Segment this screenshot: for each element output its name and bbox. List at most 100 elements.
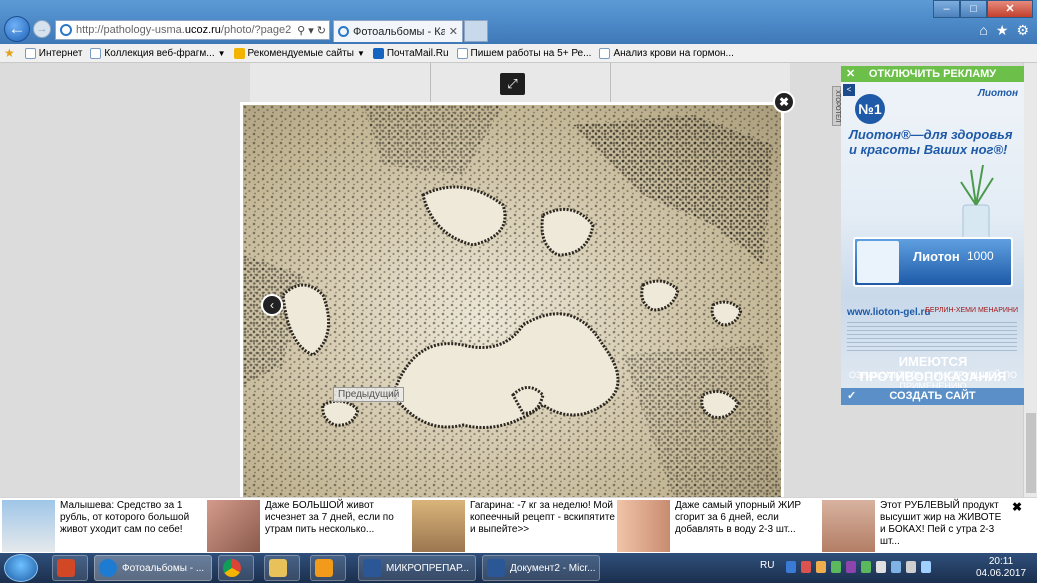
back-button[interactable]: ← — [4, 16, 30, 42]
page-icon — [456, 47, 468, 59]
tray-app-icon[interactable] — [846, 561, 856, 573]
ad-maker: БЕРЛИН-ХЕМИ МЕНАРИНИ — [925, 307, 1018, 314]
ad-headline: Лиотон®—для здоровья и красоты Ваших ног… — [849, 127, 1013, 157]
windows-taskbar: Фотоальбомы - ... МИКРОПРЕПАР... Докумен… — [0, 553, 1037, 583]
tray-app-icon[interactable] — [816, 561, 826, 573]
ie-page-icon — [60, 24, 72, 36]
disable-ads-button[interactable]: ✕ ОТКЛЮЧИТЬ РЕКЛАМУ — [841, 66, 1024, 82]
bing-icon — [233, 47, 245, 59]
favorite-item[interactable]: ПочтаMail.Ru — [372, 47, 449, 59]
ad-warning-sub: ОЗНАКОМЬТЕСЬ С ИНСТРУКЦИЕЙ ПО ПРИМЕНЕНИЮ — [849, 370, 1017, 388]
page-scrollbar[interactable] — [1023, 63, 1037, 497]
taskbar-item[interactable]: Фотоальбомы - ... — [94, 555, 212, 581]
signal-icon[interactable] — [921, 561, 931, 573]
tray-app-icon[interactable] — [831, 561, 841, 573]
media-player-icon — [315, 559, 333, 577]
favorite-item[interactable]: Рекомендуемые сайты ▼ — [233, 47, 365, 59]
ad-thumbnail — [617, 500, 670, 552]
taskbar-item[interactable]: Документ2 - Micr... — [482, 555, 600, 581]
ad-thumbnail — [207, 500, 260, 552]
tray-app-icon[interactable] — [861, 561, 871, 573]
tab-close-icon[interactable]: ✕ — [445, 25, 462, 38]
ad-back-arrow-icon[interactable]: < — [843, 84, 855, 96]
previous-tooltip: Предыдущий — [333, 387, 405, 402]
chevron-down-icon: ▼ — [356, 48, 365, 58]
foot-icon — [857, 241, 899, 283]
volume-icon[interactable] — [906, 561, 916, 573]
taskbar-item[interactable] — [264, 555, 300, 581]
url-text[interactable]: http://pathology-usma.ucoz.ru/photo/?pag… — [76, 24, 294, 36]
maximize-button[interactable]: □ — [960, 0, 987, 18]
ad-logo-circle: №1 — [855, 94, 885, 124]
word-icon — [487, 559, 505, 577]
photo-viewer — [240, 102, 784, 497]
folder-icon — [269, 559, 287, 577]
tray-app-icon[interactable] — [801, 561, 811, 573]
bottom-ads-close-icon[interactable]: ✖ — [1012, 500, 1022, 514]
ie-icon — [99, 559, 117, 577]
taskbar-item[interactable]: МИКРОПРЕПАР... — [358, 555, 476, 581]
forward-button[interactable]: → — [33, 20, 51, 38]
address-bar[interactable]: http://pathology-usma.ucoz.ru/photo/?pag… — [55, 20, 330, 40]
ad-thumbnail — [412, 500, 465, 552]
ad-text: Малышева: Средство за 1 рубль, от которо… — [60, 500, 190, 535]
network-icon[interactable] — [891, 561, 901, 573]
mail-icon — [372, 47, 384, 59]
ad-item[interactable]: Этот РУБЛЕВЫЙ продукт высушит жир на ЖИВ… — [822, 498, 1007, 554]
tab-photo-albums[interactable]: Фотоальбомы - Кафедра ... ✕ — [333, 20, 463, 42]
word-icon — [363, 559, 381, 577]
taskbar-item[interactable] — [52, 555, 88, 581]
home-icon[interactable]: ⌂ — [979, 22, 987, 39]
favorite-item[interactable]: Коллекция веб-фрагм... ▼ — [90, 47, 226, 59]
tab-title: Фотоальбомы - Кафедра ... — [353, 25, 445, 38]
tray-app-icon[interactable] — [876, 561, 886, 573]
language-indicator[interactable]: RU — [760, 560, 774, 571]
create-site-button[interactable]: ✓ СОЗДАТЬ САЙТ — [841, 388, 1024, 405]
ad-thumbnail — [2, 500, 55, 552]
favorite-item[interactable]: Пишем работы на 5+ Ре... — [456, 47, 591, 59]
browser-toolbar-icons: ⌂ ★ ⚙ — [979, 22, 1029, 39]
ad-item[interactable]: Гагарина: -7 кг за неделю! Мой копеечный… — [412, 498, 617, 554]
presentation-icon — [57, 559, 75, 577]
page-icon — [24, 47, 36, 59]
ad-side-tag[interactable]: ХТОРОТЕЛ — [832, 86, 841, 126]
ad-text: Даже самый упорный ЖИР сгорит за 6 дней,… — [675, 500, 802, 535]
micrograph-photo — [243, 105, 781, 497]
chevron-down-icon: ▼ — [217, 48, 226, 58]
taskbar-item[interactable] — [218, 555, 254, 581]
browser-titlebar: ← → http://pathology-usma.ucoz.ru/photo/… — [0, 0, 1037, 44]
fullscreen-expand-icon[interactable]: ⤢ — [500, 73, 525, 95]
product-name: Лиотон — [913, 249, 960, 264]
product-dose: 1000 — [967, 249, 994, 263]
ad-item[interactable]: Малышева: Средство за 1 рубль, от которо… — [2, 498, 207, 554]
product-box: Лиотон 1000 — [853, 237, 1013, 287]
ad-site-link[interactable]: www.lioton-gel.ru — [847, 307, 931, 318]
divider — [610, 63, 611, 103]
new-tab-button[interactable] — [464, 20, 488, 42]
ad-text: Этот РУБЛЕВЫЙ продукт высушит жир на ЖИВ… — [880, 500, 1002, 547]
tray-app-icon[interactable] — [786, 561, 796, 573]
favorites-bar: ★ Интернет Коллекция веб-фрагм... ▼ Реком… — [0, 44, 1037, 63]
close-window-button[interactable]: ✕ — [987, 0, 1033, 18]
favorite-item[interactable]: Интернет — [24, 47, 82, 59]
settings-gear-icon[interactable]: ⚙ — [1016, 22, 1029, 39]
ad-item[interactable]: Даже БОЛЬШОЙ живот исчезнет за 7 дней, е… — [207, 498, 412, 554]
favorites-add-star-icon[interactable]: ★ — [4, 46, 15, 60]
ad-item[interactable]: Даже самый упорный ЖИР сгорит за 6 дней,… — [617, 498, 822, 554]
previous-photo-arrow-icon[interactable]: ‹ — [261, 294, 283, 316]
favorites-star-icon[interactable]: ★ — [996, 22, 1009, 39]
start-button[interactable] — [4, 554, 38, 582]
address-controls[interactable]: ⚲ ▾ ↻ — [294, 24, 329, 37]
clock[interactable]: 20:11 04.06.2017 — [976, 556, 1026, 580]
divider — [430, 63, 431, 103]
ad-fine-print — [847, 322, 1017, 352]
taskbar-item[interactable] — [310, 555, 346, 581]
clock-time: 20:11 — [988, 556, 1014, 567]
chrome-icon — [223, 559, 241, 577]
minimize-button[interactable]: – — [933, 0, 960, 18]
lioton-ad-banner[interactable]: < №1 Лиотон Лиотон®—для здоровья и красо… — [841, 82, 1024, 388]
micrograph-image — [243, 105, 781, 497]
viewer-close-icon[interactable]: ✖ — [773, 91, 795, 113]
scrollbar-thumb[interactable] — [1026, 413, 1036, 493]
favorite-item[interactable]: Анализ крови на гормон... — [599, 47, 734, 59]
